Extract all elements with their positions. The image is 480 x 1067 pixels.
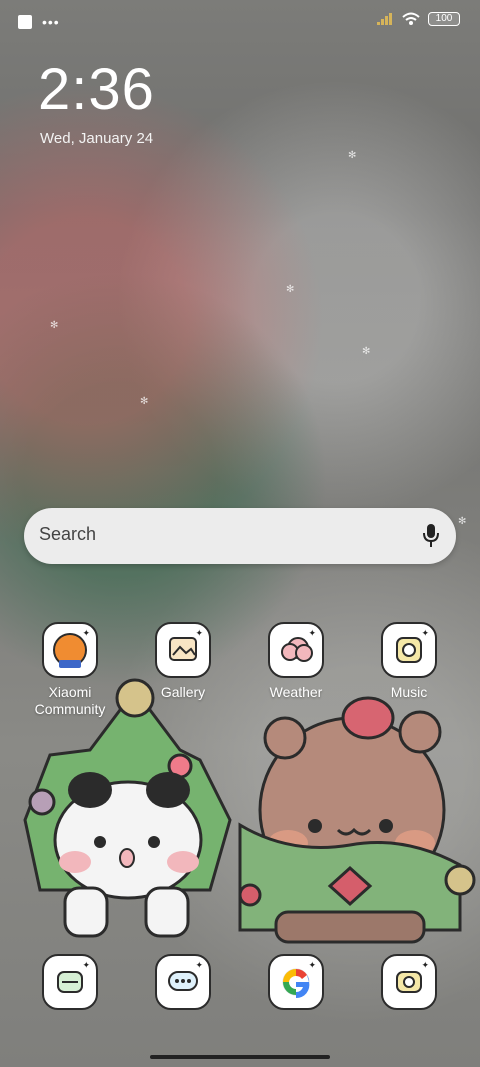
snowflake-decoration: ✻ [458,516,467,527]
dock-app-security[interactable]: ✦ [25,954,115,1010]
status-bar: ••• 100 [0,0,480,40]
app-xiaomi-community[interactable]: ✦ Xiaomi Community [25,622,115,718]
signal-icon [377,13,392,25]
snowflake-decoration: ✻ [362,346,371,357]
clock-date[interactable]: Wed, January 24 [40,130,153,147]
weather-icon: ✦ [268,622,324,678]
messages-icon: ✦ [155,954,211,1010]
music-icon: ✦ [381,622,437,678]
xiaomi-community-icon: ✦ [42,622,98,678]
more-notifications-icon: ••• [42,14,60,30]
microphone-icon[interactable] [422,523,440,549]
sparkle-icon: ✦ [308,960,316,970]
dock-app-messages[interactable]: ✦ [138,954,228,1010]
battery-indicator: 100 [428,12,460,26]
sparkle-icon: ✦ [308,628,316,638]
home-screen: ✻ ✻ ✻ ✻ ✻ ✻ ••• 100 2:36 Wed, January 24… [0,0,480,1067]
app-music[interactable]: ✦ Music [364,622,454,701]
snowflake-decoration: ✻ [50,320,59,331]
app-label: Xiaomi Community [34,684,106,717]
google-icon: ✦ [268,954,324,1010]
search-placeholder: Search [39,524,97,544]
sparkle-icon: ✦ [421,628,429,638]
security-icon: ✦ [42,954,98,1010]
snowflake-decoration: ✻ [140,396,149,407]
dock-app-google[interactable]: ✦ [251,954,341,1010]
sparkle-icon: ✦ [421,960,429,970]
app-weather[interactable]: ✦ Weather [251,622,341,701]
search-bar[interactable]: Search [24,508,456,564]
dock-app-camera[interactable]: ✦ [364,954,454,1010]
snowflake-decoration: ✻ [348,150,357,161]
wifi-icon [402,12,420,25]
gallery-icon: ✦ [155,622,211,678]
app-label: Music [390,684,428,700]
sparkle-icon: ✦ [195,628,203,638]
app-label: Gallery [160,684,206,700]
camera-icon: ✦ [381,954,437,1010]
clock-time[interactable]: 2:36 [38,58,155,122]
snowflake-decoration: ✻ [286,284,295,295]
app-label: Weather [269,684,323,700]
sparkle-icon: ✦ [82,628,90,638]
notification-icon [18,15,32,29]
sparkle-icon: ✦ [195,960,203,970]
sparkle-icon: ✦ [82,960,90,970]
app-gallery[interactable]: ✦ Gallery [138,622,228,701]
navigation-handle[interactable] [150,1055,330,1059]
